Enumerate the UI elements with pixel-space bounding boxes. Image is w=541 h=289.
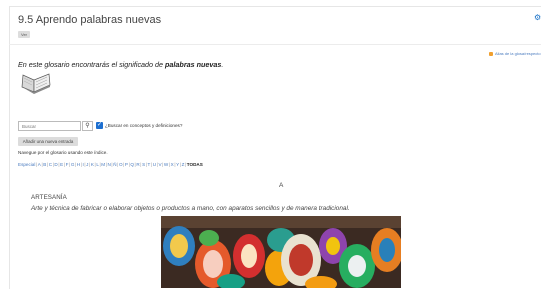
letter-index-item[interactable]: W — [164, 162, 168, 167]
letter-index-item[interactable]: S — [142, 162, 145, 167]
letter-index-item[interactable]: O — [119, 162, 123, 167]
search-icon[interactable]: ⚲ — [82, 121, 93, 131]
letter-index: Especial|A|B|C|D|E|F|G|H|I|J|K|L|M|N|Ñ|O… — [18, 162, 203, 167]
intro-text: En este glosario encontrarás el signific… — [18, 60, 223, 69]
letter-index-item[interactable]: Q — [130, 162, 134, 167]
intro-prefix: En este glosario encontrarás el signific… — [18, 60, 166, 69]
entry-definition: Arte y técnica de fabricar o elaborar ob… — [31, 205, 350, 212]
browse-instructions: Navegue por el glosario usando este índi… — [18, 150, 108, 155]
letter-index-item[interactable]: K — [91, 162, 94, 167]
page-title: 9.5 Aprendo palabras nuevas — [18, 14, 162, 26]
letter-index-item[interactable]: B — [43, 162, 46, 167]
letter-index-item[interactable]: H — [77, 162, 80, 167]
letter-index-item[interactable]: P — [125, 162, 128, 167]
letter-index-item[interactable]: U — [153, 162, 156, 167]
search-definitions-label: ¿Buscar en conceptos y definiciones? — [105, 123, 183, 128]
header-divider — [9, 44, 541, 45]
add-entry-button[interactable]: Añadir una nueva entrada — [18, 137, 78, 146]
gear-icon[interactable]: ⚙ — [534, 14, 541, 22]
rss-link[interactable]: Alias de la glosa/respecto — [489, 51, 541, 56]
search-input[interactable]: Buscar — [18, 121, 81, 131]
letter-heading: A — [279, 182, 284, 189]
letter-index-item[interactable]: Z — [182, 162, 185, 167]
pottery-photo — [161, 216, 401, 288]
letter-index-item[interactable]: T — [148, 162, 151, 167]
letter-index-item[interactable]: TODAS — [187, 162, 203, 167]
rss-icon — [489, 51, 493, 56]
letter-index-item[interactable]: G — [71, 162, 75, 167]
letter-index-item[interactable]: Especial — [18, 162, 35, 167]
letter-index-item[interactable]: Y — [176, 162, 179, 167]
intro-suffix: . — [221, 60, 224, 69]
entry-term: ARTESANÍA — [31, 194, 67, 201]
letter-index-item[interactable]: F — [66, 162, 69, 167]
view-badge[interactable]: Ver — [18, 31, 31, 38]
letter-index-item[interactable]: M — [101, 162, 105, 167]
letter-index-item[interactable]: E — [60, 162, 63, 167]
rss-link-label: Alias de la glosa/respecto — [495, 51, 541, 56]
search-definitions-checkbox[interactable]: ✓ — [96, 122, 103, 129]
intro-highlight: palabras nuevas — [165, 60, 222, 69]
open-book-icon — [21, 73, 51, 94]
letter-index-item[interactable]: C — [49, 162, 52, 167]
